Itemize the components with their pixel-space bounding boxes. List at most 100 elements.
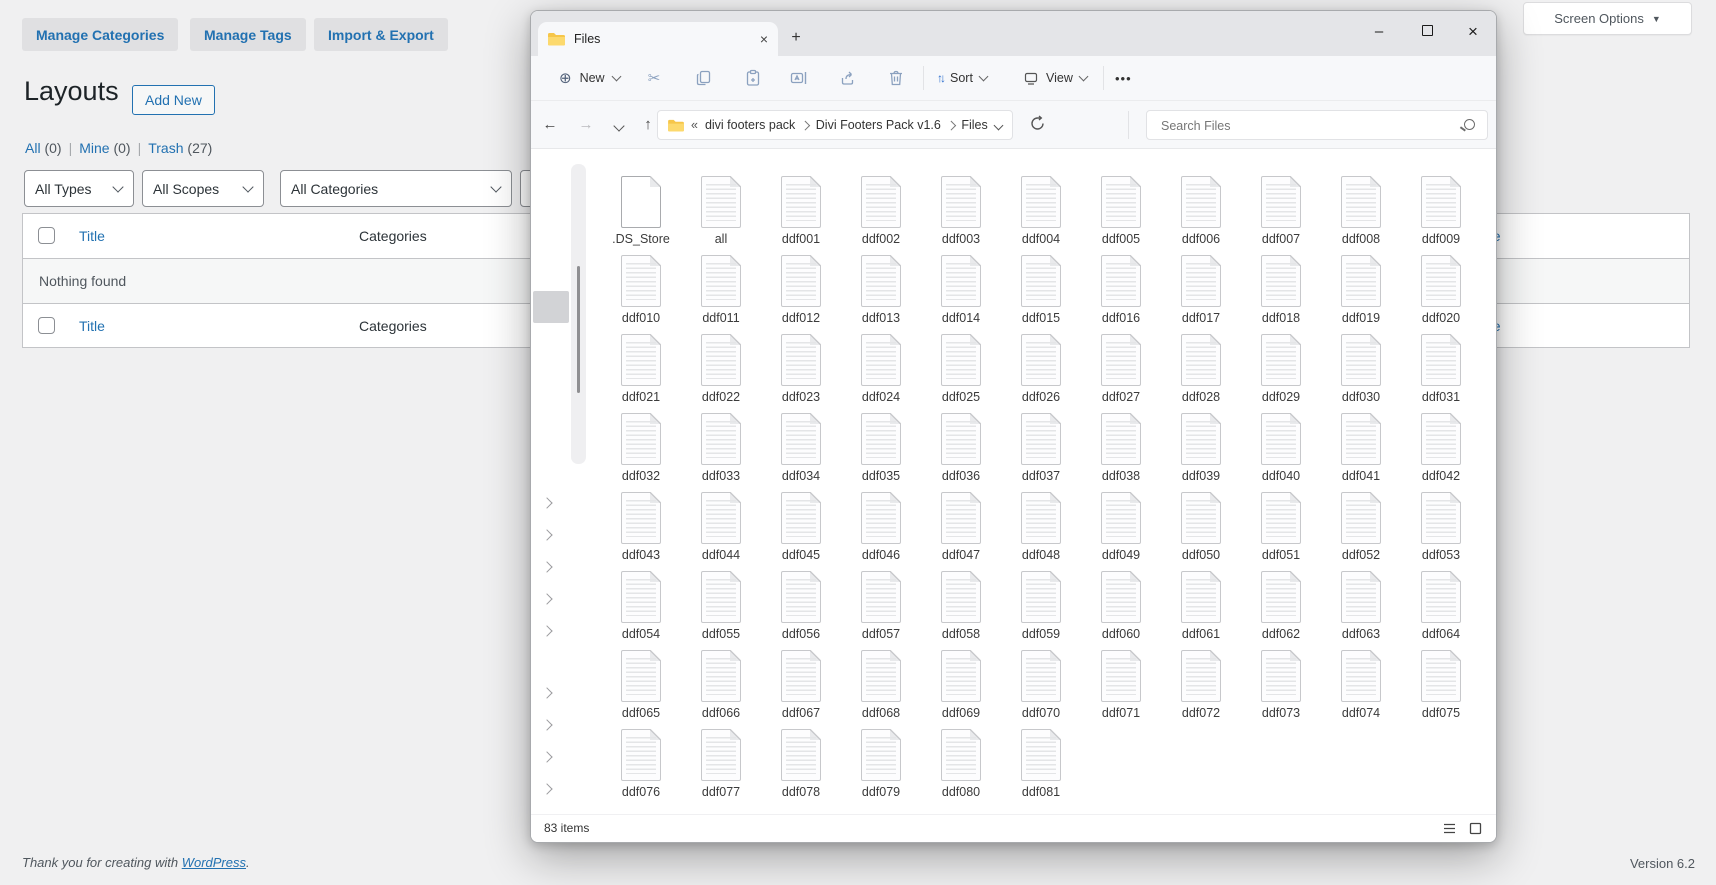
- file-item[interactable]: ddf046: [841, 492, 921, 568]
- file-item[interactable]: ddf065: [601, 650, 681, 726]
- title-column-header[interactable]: Title: [79, 214, 105, 259]
- file-item[interactable]: ddf075: [1401, 650, 1481, 726]
- file-item[interactable]: ddf015: [1001, 255, 1081, 331]
- breadcrumb-item[interactable]: Divi Footers Pack v1.6: [816, 118, 941, 132]
- file-item[interactable]: ddf056: [761, 571, 841, 647]
- file-item[interactable]: ddf035: [841, 413, 921, 489]
- tree-expand-chevron-icon[interactable]: [541, 719, 553, 731]
- file-item[interactable]: ddf033: [681, 413, 761, 489]
- file-item[interactable]: ddf021: [601, 334, 681, 410]
- file-item[interactable]: ddf069: [921, 650, 1001, 726]
- manage-categories-button[interactable]: Manage Categories: [22, 18, 179, 51]
- breadcrumb-item[interactable]: divi footers pack: [705, 118, 795, 132]
- address-dropdown-chevron-icon[interactable]: [993, 120, 1004, 130]
- file-item[interactable]: ddf031: [1401, 334, 1481, 410]
- file-item[interactable]: ddf058: [921, 571, 1001, 647]
- file-item[interactable]: ddf041: [1321, 413, 1401, 489]
- file-item[interactable]: ddf077: [681, 729, 761, 805]
- file-item[interactable]: ddf073: [1241, 650, 1321, 726]
- forward-button[interactable]: →: [573, 113, 599, 137]
- file-item[interactable]: ddf008: [1321, 176, 1401, 252]
- file-item[interactable]: ddf052: [1321, 492, 1401, 568]
- close-window-button[interactable]: ×: [1457, 17, 1489, 47]
- file-item[interactable]: ddf050: [1161, 492, 1241, 568]
- file-item[interactable]: ddf072: [1161, 650, 1241, 726]
- breadcrumb-item[interactable]: Files: [961, 118, 987, 132]
- copy-button[interactable]: [691, 66, 717, 90]
- file-item[interactable]: ddf013: [841, 255, 921, 331]
- file-item[interactable]: ddf028: [1161, 334, 1241, 410]
- file-item[interactable]: ddf010: [601, 255, 681, 331]
- cut-button[interactable]: ✂: [641, 66, 667, 90]
- nav-scrollbar-thumb[interactable]: [533, 291, 569, 323]
- tree-expand-chevron-icon[interactable]: [541, 497, 553, 509]
- details-view-toggle[interactable]: [1442, 821, 1458, 837]
- file-item[interactable]: ddf022: [681, 334, 761, 410]
- file-item[interactable]: ddf009: [1401, 176, 1481, 252]
- file-item[interactable]: ddf060: [1081, 571, 1161, 647]
- tree-expand-chevron-icon[interactable]: [541, 561, 553, 573]
- wordpress-link[interactable]: WordPress: [182, 855, 246, 870]
- file-item[interactable]: ddf047: [921, 492, 1001, 568]
- file-item[interactable]: ddf011: [681, 255, 761, 331]
- rename-button[interactable]: [786, 66, 812, 90]
- file-item[interactable]: ddf040: [1241, 413, 1321, 489]
- file-item[interactable]: ddf024: [841, 334, 921, 410]
- file-item[interactable]: ddf029: [1241, 334, 1321, 410]
- share-button[interactable]: [835, 66, 861, 90]
- file-item[interactable]: ddf017: [1161, 255, 1241, 331]
- view-button[interactable]: View: [1023, 64, 1089, 92]
- tree-expand-chevron-icon[interactable]: [541, 529, 553, 541]
- tree-expand-chevron-icon[interactable]: [541, 625, 553, 637]
- view-trash-link[interactable]: Trash (27): [148, 140, 212, 156]
- file-item[interactable]: ddf062: [1241, 571, 1321, 647]
- file-item[interactable]: ddf039: [1161, 413, 1241, 489]
- breadcrumb-overflow[interactable]: «: [691, 118, 698, 132]
- file-item[interactable]: ddf006: [1161, 176, 1241, 252]
- file-item[interactable]: ddf079: [841, 729, 921, 805]
- file-item[interactable]: ddf038: [1081, 413, 1161, 489]
- file-item[interactable]: ddf007: [1241, 176, 1321, 252]
- select-all-checkbox[interactable]: [38, 227, 55, 244]
- file-item[interactable]: ddf055: [681, 571, 761, 647]
- tree-expand-chevron-icon[interactable]: [541, 751, 553, 763]
- close-tab-icon[interactable]: ×: [760, 32, 768, 46]
- file-item[interactable]: ddf049: [1081, 492, 1161, 568]
- file-item[interactable]: ddf044: [681, 492, 761, 568]
- file-item[interactable]: ddf061: [1161, 571, 1241, 647]
- back-button[interactable]: ←: [537, 113, 563, 137]
- file-item[interactable]: ddf005: [1081, 176, 1161, 252]
- search-box[interactable]: [1146, 110, 1488, 141]
- file-item[interactable]: ddf023: [761, 334, 841, 410]
- file-item[interactable]: .DS_Store: [601, 176, 681, 252]
- file-item[interactable]: ddf043: [601, 492, 681, 568]
- file-item[interactable]: ddf012: [761, 255, 841, 331]
- type-filter-select[interactable]: All Types: [24, 170, 134, 207]
- sort-button[interactable]: ↑↓ Sort: [937, 64, 989, 92]
- tree-expand-chevron-icon[interactable]: [541, 593, 553, 605]
- file-item[interactable]: ddf067: [761, 650, 841, 726]
- file-item[interactable]: all: [681, 176, 761, 252]
- file-item[interactable]: ddf042: [1401, 413, 1481, 489]
- file-item[interactable]: ddf037: [1001, 413, 1081, 489]
- file-item[interactable]: ddf036: [921, 413, 1001, 489]
- file-item[interactable]: ddf027: [1081, 334, 1161, 410]
- file-item[interactable]: ddf002: [841, 176, 921, 252]
- file-item[interactable]: ddf078: [761, 729, 841, 805]
- tree-expand-chevron-icon[interactable]: [541, 783, 553, 795]
- file-item[interactable]: ddf066: [681, 650, 761, 726]
- select-all-checkbox[interactable]: [38, 317, 55, 334]
- file-item[interactable]: ddf030: [1321, 334, 1401, 410]
- file-item[interactable]: ddf045: [761, 492, 841, 568]
- file-item[interactable]: ddf059: [1001, 571, 1081, 647]
- new-tab-button[interactable]: +: [785, 27, 807, 49]
- file-item[interactable]: ddf026: [1001, 334, 1081, 410]
- delete-button[interactable]: [883, 66, 909, 90]
- file-item[interactable]: ddf063: [1321, 571, 1401, 647]
- breadcrumb-bar[interactable]: « divi footers pack Divi Footers Pack v1…: [657, 110, 1013, 140]
- see-more-button[interactable]: •••: [1115, 64, 1132, 92]
- file-item[interactable]: ddf054: [601, 571, 681, 647]
- new-button[interactable]: ⊕ New: [549, 64, 630, 92]
- import-export-button[interactable]: Import & Export: [314, 18, 448, 51]
- file-item[interactable]: ddf070: [1001, 650, 1081, 726]
